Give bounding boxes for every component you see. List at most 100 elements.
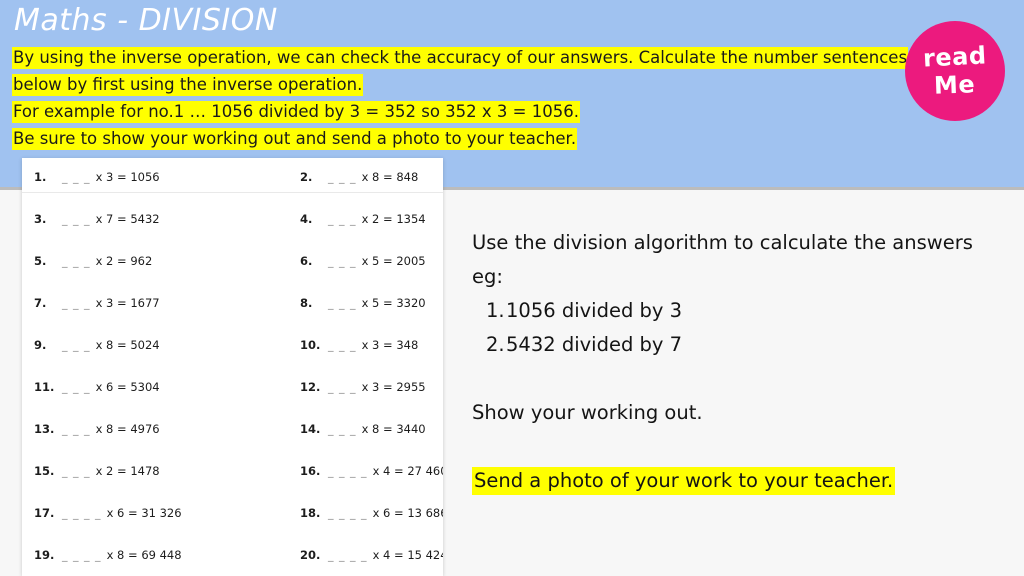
example-marker: 2. bbox=[486, 333, 505, 356]
instructions-example-item: 2.5432 divided by 7 bbox=[472, 328, 1012, 362]
worksheet-row-number: 19. bbox=[34, 548, 55, 562]
worksheet-row-expression: x 4 = 15 424 bbox=[372, 548, 443, 562]
header-line-1: By using the inverse operation, we can c… bbox=[12, 44, 909, 71]
worksheet-row: 20. _ _ _ _ x 4 = 15 424 bbox=[300, 544, 443, 576]
worksheet-answer-blank[interactable]: _ _ _ bbox=[62, 297, 91, 310]
header-line-1-text: By using the inverse operation, we can c… bbox=[12, 47, 909, 69]
worksheet-row: 8. _ _ _ x 5 = 3320 bbox=[300, 292, 443, 334]
worksheet-column-right: 2. _ _ _ x 8 = 848 4. _ _ _ x 2 = 1354 6. _ _… bbox=[300, 166, 443, 576]
page-title: Maths - DIVISION bbox=[14, 3, 278, 38]
worksheet-row-number: 20. bbox=[300, 548, 321, 562]
worksheet-row-number: 10. bbox=[300, 338, 321, 352]
read-me-badge-line2: Me bbox=[933, 70, 977, 100]
worksheet-row: 2. _ _ _ x 8 = 848 bbox=[300, 166, 443, 208]
worksheet-row-number: 13. bbox=[34, 422, 55, 436]
worksheet-row: 17. _ _ _ _ x 6 = 31 326 bbox=[34, 502, 224, 544]
worksheet-answer-blank[interactable]: _ _ _ bbox=[328, 171, 357, 184]
worksheet-row: 6. _ _ _ x 5 = 2005 bbox=[300, 250, 443, 292]
worksheet-row-expression: x 4 = 27 460 bbox=[372, 464, 443, 478]
worksheet-answer-blank[interactable]: _ _ _ bbox=[328, 255, 357, 268]
worksheet-row: 3. _ _ _ x 7 = 5432 bbox=[34, 208, 224, 250]
worksheet-row: 5. _ _ _ x 2 = 962 bbox=[34, 250, 224, 292]
header-line-4-text: Be sure to show your working out and sen… bbox=[12, 128, 578, 150]
worksheet-row: 16. _ _ _ _ x 4 = 27 460 bbox=[300, 460, 443, 502]
worksheet-column-left: 1. _ _ _ x 3 = 1056 3. _ _ _ x 7 = 5432 5. _ … bbox=[34, 166, 224, 576]
worksheet-row: 14. _ _ _ x 8 = 3440 bbox=[300, 418, 443, 460]
worksheet-row-expression: x 3 = 348 bbox=[361, 338, 419, 352]
worksheet-answer-blank[interactable]: _ _ _ bbox=[62, 423, 91, 436]
worksheet-row-expression: x 5 = 3320 bbox=[361, 296, 426, 310]
header-line-2-text: below by first using the inverse operati… bbox=[12, 74, 364, 96]
instructions-show-working: Show your working out. bbox=[472, 401, 703, 424]
worksheet-answer-blank[interactable]: _ _ _ bbox=[62, 465, 91, 478]
worksheet-row: 13. _ _ _ x 8 = 4976 bbox=[34, 418, 224, 460]
worksheet-row-number: 2. bbox=[300, 170, 313, 184]
worksheet-row-expression: x 6 = 5304 bbox=[95, 380, 160, 394]
instructions-send-photo-line: Send a photo of your work to your teache… bbox=[472, 464, 1012, 498]
worksheet-row: 12. _ _ _ x 3 = 2955 bbox=[300, 376, 443, 418]
header-line-3-text: For example for no.1 … 1056 divided by 3… bbox=[12, 101, 580, 123]
instructions-eg-label: eg: bbox=[472, 265, 503, 288]
worksheet-row-number: 3. bbox=[34, 212, 47, 226]
worksheet-row-number: 14. bbox=[300, 422, 321, 436]
instructions-example-list: 1.1056 divided by 3 2.5432 divided by 7 bbox=[472, 294, 1012, 362]
worksheet-row: 9. _ _ _ x 8 = 5024 bbox=[34, 334, 224, 376]
worksheet-row-expression: x 6 = 31 326 bbox=[106, 506, 182, 520]
worksheet-answer-blank[interactable]: _ _ _ _ bbox=[328, 549, 368, 562]
worksheet-row-expression: x 2 = 1354 bbox=[361, 212, 426, 226]
worksheet-answer-blank[interactable]: _ _ _ bbox=[62, 171, 91, 184]
worksheet-row-number: 9. bbox=[34, 338, 47, 352]
worksheet-row-expression: x 3 = 1677 bbox=[95, 296, 160, 310]
worksheet-row-expression: x 5 = 2005 bbox=[361, 254, 426, 268]
example-marker: 1. bbox=[486, 299, 505, 322]
header-line-3: For example for no.1 … 1056 divided by 3… bbox=[12, 98, 892, 125]
instructions-panel: Use the division algorithm to calculate … bbox=[472, 226, 1012, 498]
worksheet-row-expression: x 8 = 4976 bbox=[95, 422, 160, 436]
example-text: 1056 divided by 3 bbox=[506, 299, 683, 322]
worksheet-row: 1. _ _ _ x 3 = 1056 bbox=[34, 166, 224, 208]
worksheet-row: 7. _ _ _ x 3 = 1677 bbox=[34, 292, 224, 334]
instructions-example-item: 1.1056 divided by 3 bbox=[472, 294, 1012, 328]
worksheet-answer-blank[interactable]: _ _ _ _ bbox=[328, 507, 368, 520]
worksheet-card[interactable]: 1. _ _ _ x 3 = 1056 3. _ _ _ x 7 = 5432 5. _ … bbox=[22, 158, 443, 576]
worksheet-row-number: 12. bbox=[300, 380, 321, 394]
worksheet-answer-blank[interactable]: _ _ _ bbox=[328, 213, 357, 226]
worksheet-answer-blank[interactable]: _ _ _ bbox=[62, 255, 91, 268]
worksheet-row: 19. _ _ _ _ x 8 = 69 448 bbox=[34, 544, 224, 576]
worksheet-row: 4. _ _ _ x 2 = 1354 bbox=[300, 208, 443, 250]
read-me-badge[interactable]: read Me bbox=[905, 21, 1005, 121]
worksheet-row-expression: x 8 = 5024 bbox=[95, 338, 160, 352]
worksheet-answer-blank[interactable]: _ _ _ _ bbox=[62, 549, 102, 562]
worksheet-row: 11. _ _ _ x 6 = 5304 bbox=[34, 376, 224, 418]
worksheet-answer-blank[interactable]: _ _ _ bbox=[328, 339, 357, 352]
worksheet-answer-blank[interactable]: _ _ _ bbox=[62, 339, 91, 352]
worksheet-row-number: 4. bbox=[300, 212, 313, 226]
worksheet-answer-blank[interactable]: _ _ _ bbox=[62, 381, 91, 394]
worksheet-answer-blank[interactable]: _ _ _ bbox=[328, 381, 357, 394]
header-line-4: Be sure to show your working out and sen… bbox=[12, 125, 892, 152]
worksheet-row-expression: x 7 = 5432 bbox=[95, 212, 160, 226]
worksheet-row-expression: x 6 = 13 686 bbox=[372, 506, 443, 520]
worksheet-row-number: 1. bbox=[34, 170, 47, 184]
worksheet-row-number: 8. bbox=[300, 296, 313, 310]
worksheet-row-number: 11. bbox=[34, 380, 55, 394]
worksheet-answer-blank[interactable]: _ _ _ _ bbox=[62, 507, 102, 520]
worksheet-row: 15. _ _ _ x 2 = 1478 bbox=[34, 460, 224, 502]
worksheet-row-number: 6. bbox=[300, 254, 313, 268]
worksheet-answer-blank[interactable]: _ _ _ bbox=[328, 423, 357, 436]
worksheet-row-expression: x 3 = 1056 bbox=[95, 170, 160, 184]
instructions-intro: Use the division algorithm to calculate … bbox=[472, 231, 973, 254]
header-instructions-block: By using the inverse operation, we can c… bbox=[12, 44, 909, 152]
worksheet-row-number: 15. bbox=[34, 464, 55, 478]
worksheet-row-expression: x 8 = 69 448 bbox=[106, 548, 182, 562]
worksheet-row-number: 7. bbox=[34, 296, 47, 310]
worksheet-answer-blank[interactable]: _ _ _ _ bbox=[328, 465, 368, 478]
worksheet-row-expression: x 8 = 3440 bbox=[361, 422, 426, 436]
example-text: 5432 divided by 7 bbox=[506, 333, 683, 356]
worksheet-answer-blank[interactable]: _ _ _ bbox=[62, 213, 91, 226]
worksheet-row-number: 17. bbox=[34, 506, 55, 520]
worksheet-answer-blank[interactable]: _ _ _ bbox=[328, 297, 357, 310]
worksheet-row-expression: x 2 = 1478 bbox=[95, 464, 160, 478]
worksheet-row-number: 18. bbox=[300, 506, 321, 520]
worksheet-grid: 1. _ _ _ x 3 = 1056 3. _ _ _ x 7 = 5432 5. _ … bbox=[22, 158, 443, 576]
